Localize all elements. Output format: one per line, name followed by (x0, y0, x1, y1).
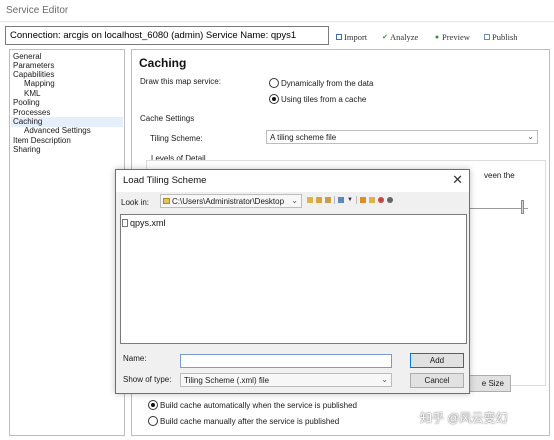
watermark: 知乎 @风云变幻 (420, 411, 508, 425)
file-name: qpys.xml (130, 218, 166, 228)
window-title: Service Editor (6, 5, 69, 16)
build-manual-label: Build cache manually after the service i… (160, 417, 340, 426)
import-button[interactable]: Import (336, 30, 367, 43)
dialog-titlebar: Load Tiling Scheme ✕ (116, 170, 469, 192)
build-auto-label: Build cache automatically when the servi… (160, 401, 357, 410)
sidebar-item-sharing[interactable]: Sharing (13, 145, 41, 155)
tiling-scheme-select[interactable]: A tiling scheme file ⌄ (266, 130, 538, 144)
connection-info: Connection: arcgis on localhost_6080 (ad… (5, 26, 329, 45)
load-tiling-scheme-dialog: Load Tiling Scheme ✕ Look in: C:\Users\A… (115, 169, 470, 394)
build-manual-radio[interactable] (148, 416, 158, 426)
draw-service-label: Draw this map service: (140, 77, 221, 86)
chevron-down-icon: ⌄ (381, 375, 388, 384)
sidebar-item-mapping[interactable]: Mapping (24, 79, 55, 89)
name-label: Name: (123, 354, 147, 363)
cache-settings-label: Cache Settings (140, 114, 195, 123)
folder-icon[interactable] (368, 196, 375, 203)
analyze-button[interactable]: ✔ Analyze (382, 30, 418, 43)
build-auto-radio[interactable] (148, 400, 158, 410)
publish-button[interactable]: Publish (484, 30, 518, 43)
up-folder-icon[interactable] (307, 196, 313, 203)
look-in-label: Look in: (121, 198, 150, 207)
browser-toolbar: ▼ (307, 195, 393, 204)
view-icon[interactable] (338, 196, 344, 203)
scale-slider-track[interactable] (470, 208, 528, 209)
tiles-radio-label: Using tiles from a cache (281, 95, 367, 104)
look-in-select[interactable]: C:\Users\Administrator\Desktop ⌄ (160, 194, 302, 208)
preview-button[interactable]: ● Preview (434, 30, 470, 43)
preview-icon: ● (434, 32, 440, 41)
import-icon (336, 33, 342, 40)
dynamic-radio-label: Dynamically from the data (281, 79, 374, 88)
dynamic-radio[interactable] (269, 78, 279, 88)
chevron-down-icon[interactable]: ▼ (347, 197, 353, 203)
tiling-scheme-label: Tiling Scheme: (150, 134, 203, 143)
name-input[interactable] (180, 354, 392, 368)
file-list[interactable]: qpys.xml (120, 214, 467, 344)
window-titlebar: Service Editor (0, 0, 554, 22)
lod-description-text: veen the (484, 171, 515, 180)
file-type-select[interactable]: Tiling Scheme (.xml) file ⌄ (180, 373, 392, 387)
sidebar-item-advanced-settings[interactable]: Advanced Settings (24, 126, 91, 136)
options-icon[interactable] (386, 196, 393, 203)
add-button[interactable]: Add (410, 353, 464, 368)
check-icon: ✔ (382, 32, 388, 41)
new-folder-icon[interactable] (359, 196, 366, 203)
cancel-button[interactable]: Cancel (410, 373, 464, 388)
connection-text: Connection: arcgis on localhost_6080 (ad… (10, 30, 297, 41)
page-title: Caching (139, 56, 187, 70)
delete-icon[interactable] (377, 196, 384, 203)
list-item[interactable]: qpys.xml (122, 218, 166, 228)
scale-slider-thumb[interactable] (521, 200, 524, 214)
toolbar-divider (355, 195, 357, 204)
file-type-label: Show of type: (123, 375, 172, 384)
toolbar-divider (334, 195, 335, 204)
folder-icon (163, 198, 170, 204)
sidebar-item-pooling[interactable]: Pooling (13, 98, 40, 108)
publish-icon (484, 33, 490, 40)
tiles-radio[interactable] (269, 94, 279, 104)
settings-sidebar: General Parameters Capabilities Mapping … (9, 49, 125, 436)
dialog-title: Load Tiling Scheme (123, 175, 207, 186)
xml-file-icon (122, 219, 128, 227)
estimate-size-button[interactable]: e Size (463, 375, 511, 392)
connect-folder-icon[interactable] (325, 196, 331, 203)
close-icon[interactable]: ✕ (452, 172, 463, 188)
chevron-down-icon: ⌄ (527, 132, 534, 141)
home-icon[interactable] (316, 196, 322, 203)
chevron-down-icon: ⌄ (291, 196, 298, 205)
